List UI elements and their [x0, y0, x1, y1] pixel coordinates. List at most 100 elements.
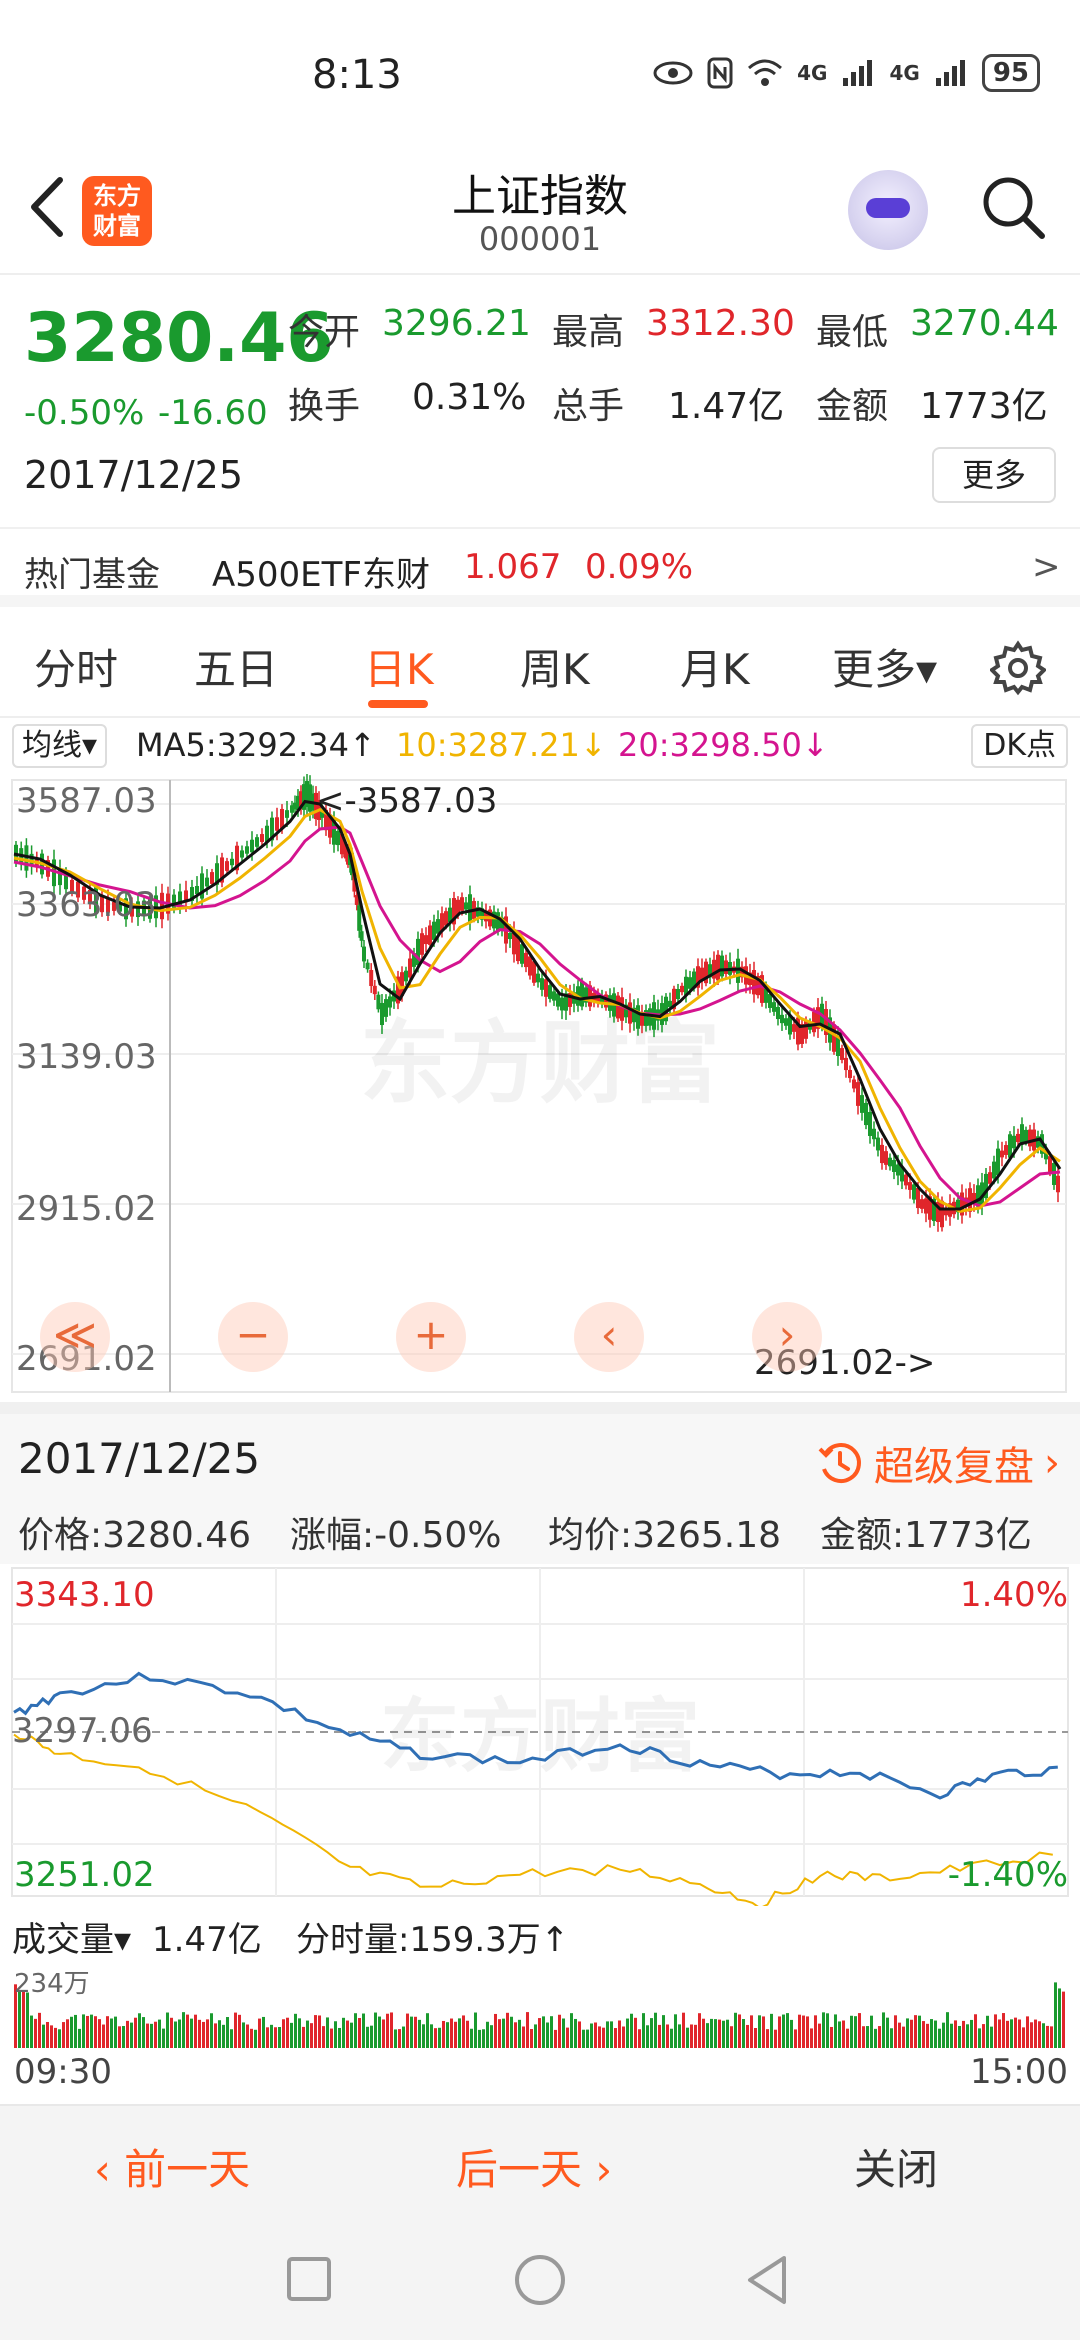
volume-bar [362, 2013, 365, 2048]
kline-candle [916, 1187, 920, 1209]
volume-bar [954, 2020, 957, 2048]
intraday-bottom-price: 3251.02 [14, 1855, 155, 1895]
turnover-value: 0.31% [412, 377, 527, 418]
volume-bar [342, 2017, 345, 2048]
volume-bar [586, 2029, 589, 2048]
kline-candle [245, 846, 249, 854]
volume-bar [570, 2013, 573, 2048]
volume-bar [458, 2018, 461, 2048]
kline-candle [528, 956, 532, 976]
volume-bar [294, 2013, 297, 2048]
kline-candle [1020, 1124, 1024, 1144]
scroll-left-button[interactable]: ‹ [574, 1302, 644, 1372]
kline-candle [225, 861, 229, 871]
tab-monthly-k[interactable]: 月K [680, 636, 750, 697]
volume-bar [806, 2016, 809, 2048]
volume-bar [698, 2013, 701, 2048]
zoom-in-button[interactable]: + [396, 1302, 466, 1372]
volume-bar [70, 2016, 73, 2048]
volume-bar [122, 2026, 125, 2048]
recent-apps-icon[interactable] [286, 2256, 332, 2302]
volume-bar [678, 2024, 681, 2048]
assistant-robot-icon[interactable] [848, 170, 928, 250]
dk-point-button[interactable]: DK点 [971, 724, 1068, 768]
hot-fund-price: 1.067 [464, 547, 562, 587]
prev-day-button[interactable]: ‹ 前一天 [94, 2136, 250, 2197]
detail-price: 价格:3280.46 [18, 1506, 251, 1558]
low-label: 最低 [816, 312, 889, 353]
volume-bar [154, 2021, 157, 2048]
gear-icon[interactable] [990, 640, 1046, 696]
volume-bar [442, 2020, 445, 2048]
volume-bar [298, 2018, 301, 2048]
volume-bar [30, 2015, 33, 2048]
volume-bar [1022, 2027, 1025, 2048]
intraday-watermark: 东方财富 [380, 1690, 700, 1783]
volume-bar [606, 2021, 609, 2048]
volume-bar [722, 2020, 725, 2048]
volume-bar [794, 2029, 797, 2048]
super-replay-button[interactable]: 超级复盘 › [816, 1434, 1060, 1492]
kline-candle [552, 991, 556, 1001]
search-icon[interactable] [978, 172, 1048, 242]
change-percent: -0.50% [24, 393, 145, 433]
volume-bar [190, 2018, 193, 2048]
active-tab-indicator [368, 700, 428, 708]
volume-bar [238, 2014, 241, 2048]
kline-candle [230, 858, 234, 866]
volume-bar [998, 2019, 1001, 2048]
hot-fund-row[interactable]: 热门基金 A500ETF东财 1.067 0.09% > [0, 527, 1080, 607]
volume-bar [870, 2015, 873, 2048]
back-icon[interactable] [744, 2254, 790, 2306]
more-button[interactable]: 更多 [932, 447, 1056, 503]
volume-bar [574, 2018, 577, 2048]
ma20-value: 20:3298.50↓ [618, 726, 829, 764]
volume-bar [1034, 2019, 1037, 2048]
tab-intraday[interactable]: 分时 [34, 636, 118, 697]
hot-fund-label: 热门基金 [24, 555, 160, 595]
volume-bar [426, 2013, 429, 2048]
volume-selector[interactable]: 成交量▾ [12, 1912, 131, 1961]
kline-candle [432, 921, 436, 940]
volume-bar [254, 2029, 257, 2048]
kline-candle [872, 1128, 876, 1140]
volume-bar [718, 2019, 721, 2048]
volume-bar [278, 2027, 281, 2048]
zoom-out-max-button[interactable]: ≪ [40, 1302, 110, 1372]
volume-bar [418, 2019, 421, 2048]
next-day-button[interactable]: 后一天 › [456, 2136, 612, 2197]
home-icon[interactable] [514, 2254, 566, 2306]
volume-bar [214, 2023, 217, 2048]
volume-bar [950, 2023, 953, 2048]
kline-candle [792, 1024, 796, 1032]
kline-candle [840, 1048, 844, 1060]
volume-bar [522, 2026, 525, 2048]
volume-bar [1042, 2023, 1045, 2048]
ma-selector[interactable]: 均线▾ [12, 724, 108, 768]
volume-bar [818, 2023, 821, 2048]
signal-icon-2 [935, 60, 965, 86]
close-button[interactable]: 关闭 [854, 2136, 938, 2197]
volume-bar [46, 2021, 49, 2048]
volume-bar [94, 2016, 97, 2048]
scroll-right-button[interactable]: › [752, 1302, 822, 1372]
kline-candle [1004, 1145, 1008, 1155]
volume-bar [942, 2022, 945, 2048]
intraday-chart[interactable]: 东方财富 3343.10 3297.06 3251.02 1.40% -1.40… [0, 1564, 1080, 1906]
chevron-right-icon: › [1044, 1440, 1060, 1486]
kline-chart[interactable]: 东方财富 3587.033363.033139.032915.022691.02… [0, 774, 1080, 1400]
tab-more[interactable]: 更多▾ [832, 636, 937, 697]
volume-bar [638, 2029, 641, 2048]
tab-daily-k[interactable]: 日K [364, 636, 434, 697]
kline-candle [1000, 1150, 1004, 1158]
volume-bar [1018, 2019, 1021, 2048]
zoom-out-button[interactable]: − [218, 1302, 288, 1372]
volume-bar [958, 2025, 961, 2048]
tab-five-day[interactable]: 五日 [194, 636, 278, 697]
volume-bar [706, 2023, 709, 2048]
volume-bar [286, 2017, 289, 2048]
kline-candle [924, 1198, 928, 1214]
volume-bar [494, 2013, 497, 2048]
tab-weekly-k[interactable]: 周K [520, 636, 590, 697]
volume-bar [594, 2022, 597, 2048]
